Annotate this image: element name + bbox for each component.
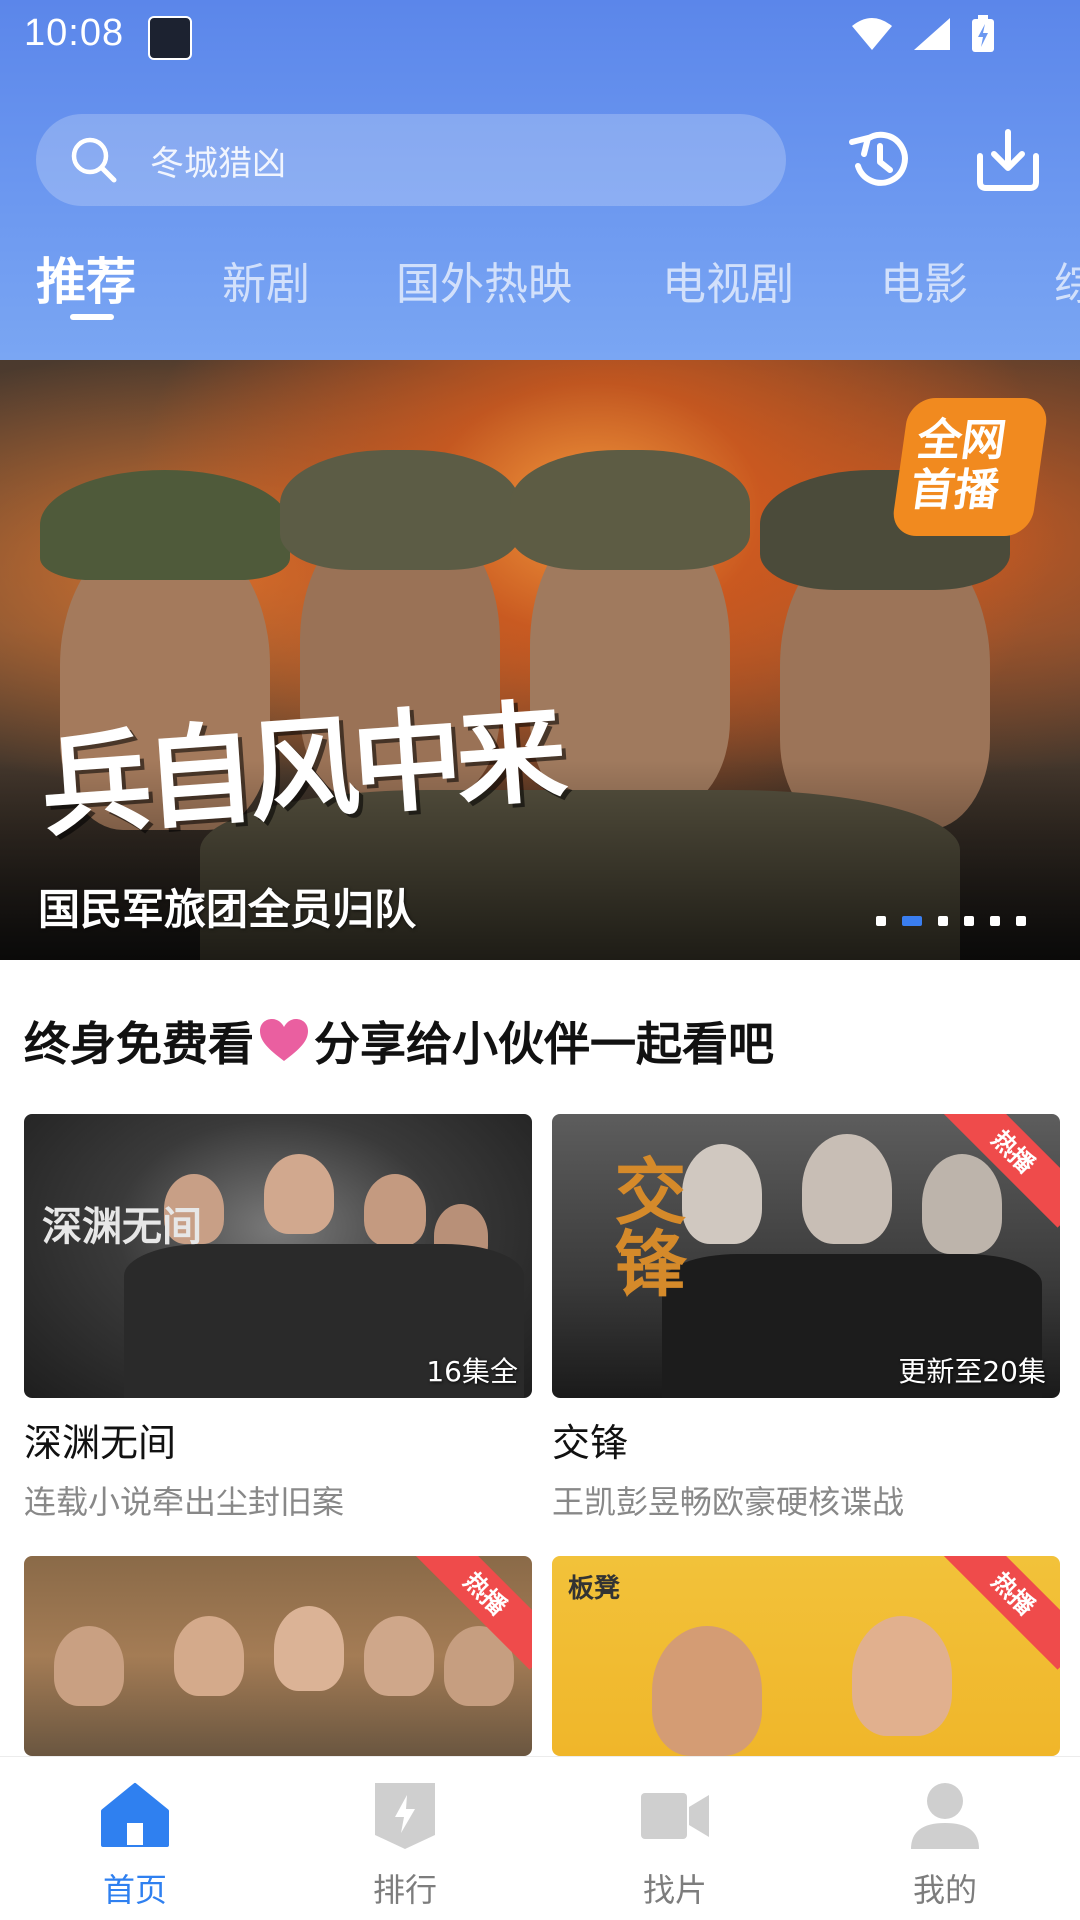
banner-figure [40, 470, 290, 580]
banner-caption: 国民军旅团全员归队 [38, 885, 417, 934]
nav-home[interactable]: 首页 [0, 1757, 270, 1920]
poster-figure [364, 1174, 426, 1246]
section-title: 终身免费看 分享给小伙伴一起看吧 [24, 1008, 774, 1074]
video-card[interactable]: 热播 [24, 1556, 532, 1756]
nav-find[interactable]: 找片 [540, 1757, 810, 1920]
banner-figure [280, 450, 520, 570]
video-card[interactable]: 交锋 热播 更新至20集 交锋 王凯彭昱畅欧豪硬核谍战 [552, 1114, 1060, 1523]
episode-count: 16集全 [426, 1355, 518, 1388]
carousel-dot[interactable] [938, 916, 948, 926]
tab-foreign-hits[interactable]: 国外热映 [396, 248, 572, 312]
heart-icon [260, 1019, 308, 1061]
featured-banner[interactable]: 兵自风中来 全网首播 [0, 360, 1080, 960]
status-time: 10:08 [24, 12, 125, 54]
signal-icon [914, 18, 950, 50]
video-camera-icon [641, 1793, 709, 1839]
poster-figure [174, 1616, 244, 1696]
video-card[interactable]: 板凳 热播 [552, 1556, 1060, 1756]
poster-art-title: 深渊无间 [42, 1203, 202, 1250]
search-bar[interactable]: 冬城猎凶 [36, 114, 786, 206]
video-poster[interactable]: 热播 [24, 1556, 532, 1756]
header: 10:08 冬城猎凶 推荐 新剧 国外热映 电视剧 电影 综 [0, 0, 1080, 360]
ranking-icon [375, 1783, 435, 1849]
nav-profile[interactable]: 我的 [810, 1757, 1080, 1920]
video-card[interactable]: 深渊无间 16集全 深渊无间 连载小说牵出尘封旧案 [24, 1114, 532, 1523]
tab-movies[interactable]: 电影 [880, 248, 968, 312]
card-subtitle: 王凯彭昱畅欧豪硬核谍战 [552, 1483, 905, 1521]
poster-figure [652, 1626, 762, 1756]
download-icon[interactable] [972, 124, 1044, 196]
search-input[interactable]: 冬城猎凶 [150, 136, 286, 185]
poster-figure [274, 1606, 344, 1691]
carousel-dot[interactable] [990, 916, 1000, 926]
nav-find-label: 找片 [642, 1871, 707, 1909]
user-icon [911, 1783, 979, 1849]
card-title[interactable]: 深渊无间 [24, 1412, 532, 1467]
battery-icon [972, 15, 994, 52]
bottom-navigation: 首页 排行 找片 我的 [0, 1756, 1080, 1920]
nav-profile-label: 我的 [912, 1871, 977, 1909]
carousel-dot[interactable] [876, 916, 886, 926]
carousel-dot-active[interactable] [902, 916, 922, 926]
tab-active-indicator [70, 314, 114, 320]
tab-recommend[interactable]: 推荐 [36, 242, 136, 314]
search-icon [71, 137, 117, 183]
tab-variety[interactable]: 综 [1054, 248, 1080, 312]
tab-new-drama[interactable]: 新剧 [222, 248, 310, 312]
poster-figure [264, 1154, 334, 1234]
nav-ranking[interactable]: 排行 [270, 1757, 540, 1920]
episode-count: 更新至20集 [898, 1355, 1046, 1388]
poster-figure [922, 1154, 1002, 1254]
poster-art-title: 交锋 [602, 1154, 687, 1298]
carousel-dot[interactable] [1016, 916, 1026, 926]
video-poster[interactable]: 深渊无间 16集全 [24, 1114, 532, 1398]
poster-figure [802, 1134, 892, 1244]
banner-badge: 全网首播 [890, 398, 1050, 536]
home-icon [101, 1783, 169, 1847]
banner-figure [510, 450, 750, 570]
poster-figure [364, 1616, 434, 1696]
category-tabs: 推荐 新剧 国外热映 电视剧 电影 综 [0, 240, 1080, 330]
video-poster[interactable]: 交锋 热播 更新至20集 [552, 1114, 1060, 1398]
app-notification-icon [148, 16, 192, 60]
status-bar: 10:08 [0, 0, 1080, 78]
nav-ranking-label: 排行 [372, 1871, 437, 1909]
history-icon[interactable] [844, 124, 916, 196]
poster-art-title: 板凳 [568, 1574, 621, 1604]
section-title-part2: 分享给小伙伴一起看吧 [314, 1017, 774, 1071]
carousel-dots [876, 916, 1026, 926]
poster-figure [852, 1616, 952, 1736]
card-title[interactable]: 交锋 [552, 1412, 1060, 1467]
poster-figure [54, 1626, 124, 1706]
carousel-dot[interactable] [964, 916, 974, 926]
section-title-part1: 终身免费看 [24, 1017, 254, 1071]
card-subtitle: 连载小说牵出尘封旧案 [24, 1483, 345, 1521]
tab-tv-series[interactable]: 电视剧 [662, 248, 794, 312]
status-icons [850, 14, 996, 54]
wifi-icon [852, 18, 892, 50]
hot-badge: 热播 [937, 1556, 1060, 1670]
video-poster[interactable]: 板凳 热播 [552, 1556, 1060, 1756]
nav-home-label: 首页 [102, 1871, 167, 1909]
